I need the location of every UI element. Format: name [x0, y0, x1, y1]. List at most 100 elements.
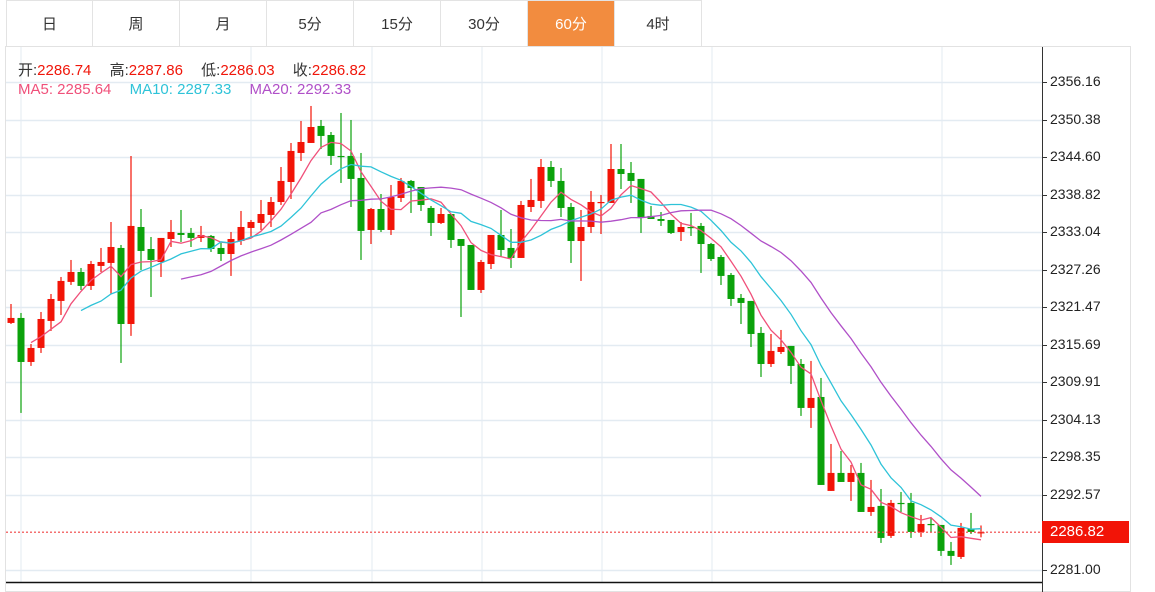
candle-body — [567, 206, 575, 242]
current-price-tag: 2286.82 — [1042, 521, 1129, 543]
price-tick-label: 2298.35 — [1050, 448, 1101, 465]
candle-body — [107, 246, 115, 263]
period-tabs: 日周月 5分 15分 30分 60分 4时 — [6, 0, 702, 47]
open-label: 开: — [18, 62, 38, 79]
candle-body — [177, 232, 185, 235]
candle-body — [757, 332, 765, 364]
candle-body — [27, 347, 35, 362]
candle-body — [317, 125, 325, 136]
candle-body — [437, 213, 445, 223]
ma-legend: MA5: 2285.64 MA10: 2287.33 MA20: 2292.33 — [18, 81, 365, 98]
candle-body — [637, 178, 645, 217]
candle-body — [227, 238, 235, 254]
candle-body — [137, 226, 145, 251]
candle-body — [297, 141, 305, 153]
candle-body — [217, 247, 225, 254]
candle-body — [67, 271, 75, 282]
candle-body — [477, 261, 485, 290]
low-value: 2286.03 — [220, 62, 275, 79]
candle-body — [307, 126, 315, 143]
price-tick-label: 2292.57 — [1050, 485, 1101, 502]
candle-body — [947, 550, 955, 556]
candle-body — [267, 201, 275, 215]
candle-body — [577, 226, 585, 242]
candle-body — [777, 346, 785, 352]
price-tick-label: 2321.47 — [1050, 298, 1101, 315]
price-tick-label: 2315.69 — [1050, 335, 1101, 352]
candle-body — [167, 231, 175, 239]
candle-body — [817, 396, 825, 485]
candle-body — [257, 213, 265, 223]
candle-body — [507, 247, 515, 258]
ohlc-readout: 开:2286.74 高:2287.86 低:2286.03 收:2286.82 — [18, 59, 380, 80]
price-tick-label: 2309.91 — [1050, 373, 1101, 390]
candle-body — [147, 248, 155, 260]
close-value: 2286.82 — [311, 62, 367, 79]
price-tick-label: 2356.16 — [1050, 73, 1101, 89]
candle-body — [837, 472, 845, 482]
candle-body — [807, 397, 815, 408]
candle-body — [357, 177, 365, 231]
candle-body — [917, 523, 925, 532]
tab-1[interactable]: 周 — [93, 1, 180, 46]
candle-body — [247, 221, 255, 228]
tab-2[interactable]: 月 — [180, 1, 267, 46]
price-tick-label: 2304.13 — [1050, 410, 1101, 427]
candle-body — [387, 196, 395, 230]
candle-body — [337, 155, 345, 158]
price-tick-label: 2333.04 — [1050, 223, 1101, 240]
candle-body — [827, 472, 835, 491]
candle-body — [797, 363, 805, 408]
tab-7[interactable]: 4时 — [615, 1, 702, 46]
close-label: 收: — [292, 62, 312, 79]
chart-frame — [5, 46, 1131, 592]
tab-4[interactable]: 15分 — [354, 1, 441, 46]
candle-body — [467, 244, 475, 290]
candle-body — [727, 274, 735, 299]
candle-body — [847, 472, 855, 482]
price-tick-label: 2344.60 — [1050, 148, 1101, 165]
candle-body — [347, 155, 355, 179]
candle-body — [767, 350, 775, 364]
candle-body — [37, 318, 45, 348]
candle-body — [707, 243, 715, 259]
price-tick-label: 2281.00 — [1050, 561, 1101, 577]
candle-body — [117, 247, 125, 324]
candle-body — [457, 238, 465, 246]
candle-body — [237, 226, 245, 242]
candle-body — [877, 505, 885, 538]
candle-body — [287, 150, 295, 182]
candle-body — [897, 502, 905, 505]
candle-body — [7, 317, 15, 323]
candle-body — [377, 208, 385, 230]
tab-6[interactable]: 60分 — [528, 1, 615, 46]
high-label: 高: — [109, 62, 129, 79]
ma10-legend: MA10: 2287.33 — [129, 81, 232, 98]
candle-body — [447, 213, 455, 240]
candlestick-chart — [5, 46, 1131, 592]
candle-body — [717, 256, 725, 276]
ma10-line — [80, 163, 982, 530]
ma20-legend: MA20: 2292.33 — [249, 81, 352, 98]
candle-body — [527, 199, 535, 207]
tab-3[interactable]: 5分 — [267, 1, 354, 46]
candle-body — [927, 523, 935, 526]
tab-5[interactable]: 30分 — [441, 1, 528, 46]
open-value: 2286.74 — [37, 62, 92, 79]
candle-body — [187, 232, 195, 238]
candle-body — [657, 218, 665, 221]
candle-body — [547, 166, 555, 181]
ma5-legend: MA5: 2285.64 — [18, 81, 112, 98]
candle-body — [747, 300, 755, 334]
candle-body — [667, 219, 675, 233]
candle-body — [677, 226, 685, 232]
candle-body — [427, 207, 435, 223]
candle-body — [57, 280, 65, 301]
candle-body — [737, 297, 745, 303]
tab-0[interactable]: 日 — [6, 1, 93, 46]
candle-body — [487, 234, 495, 264]
candle-body — [47, 298, 55, 321]
candle-body — [327, 134, 335, 156]
candle-body — [77, 271, 85, 286]
candle-body — [537, 166, 545, 201]
